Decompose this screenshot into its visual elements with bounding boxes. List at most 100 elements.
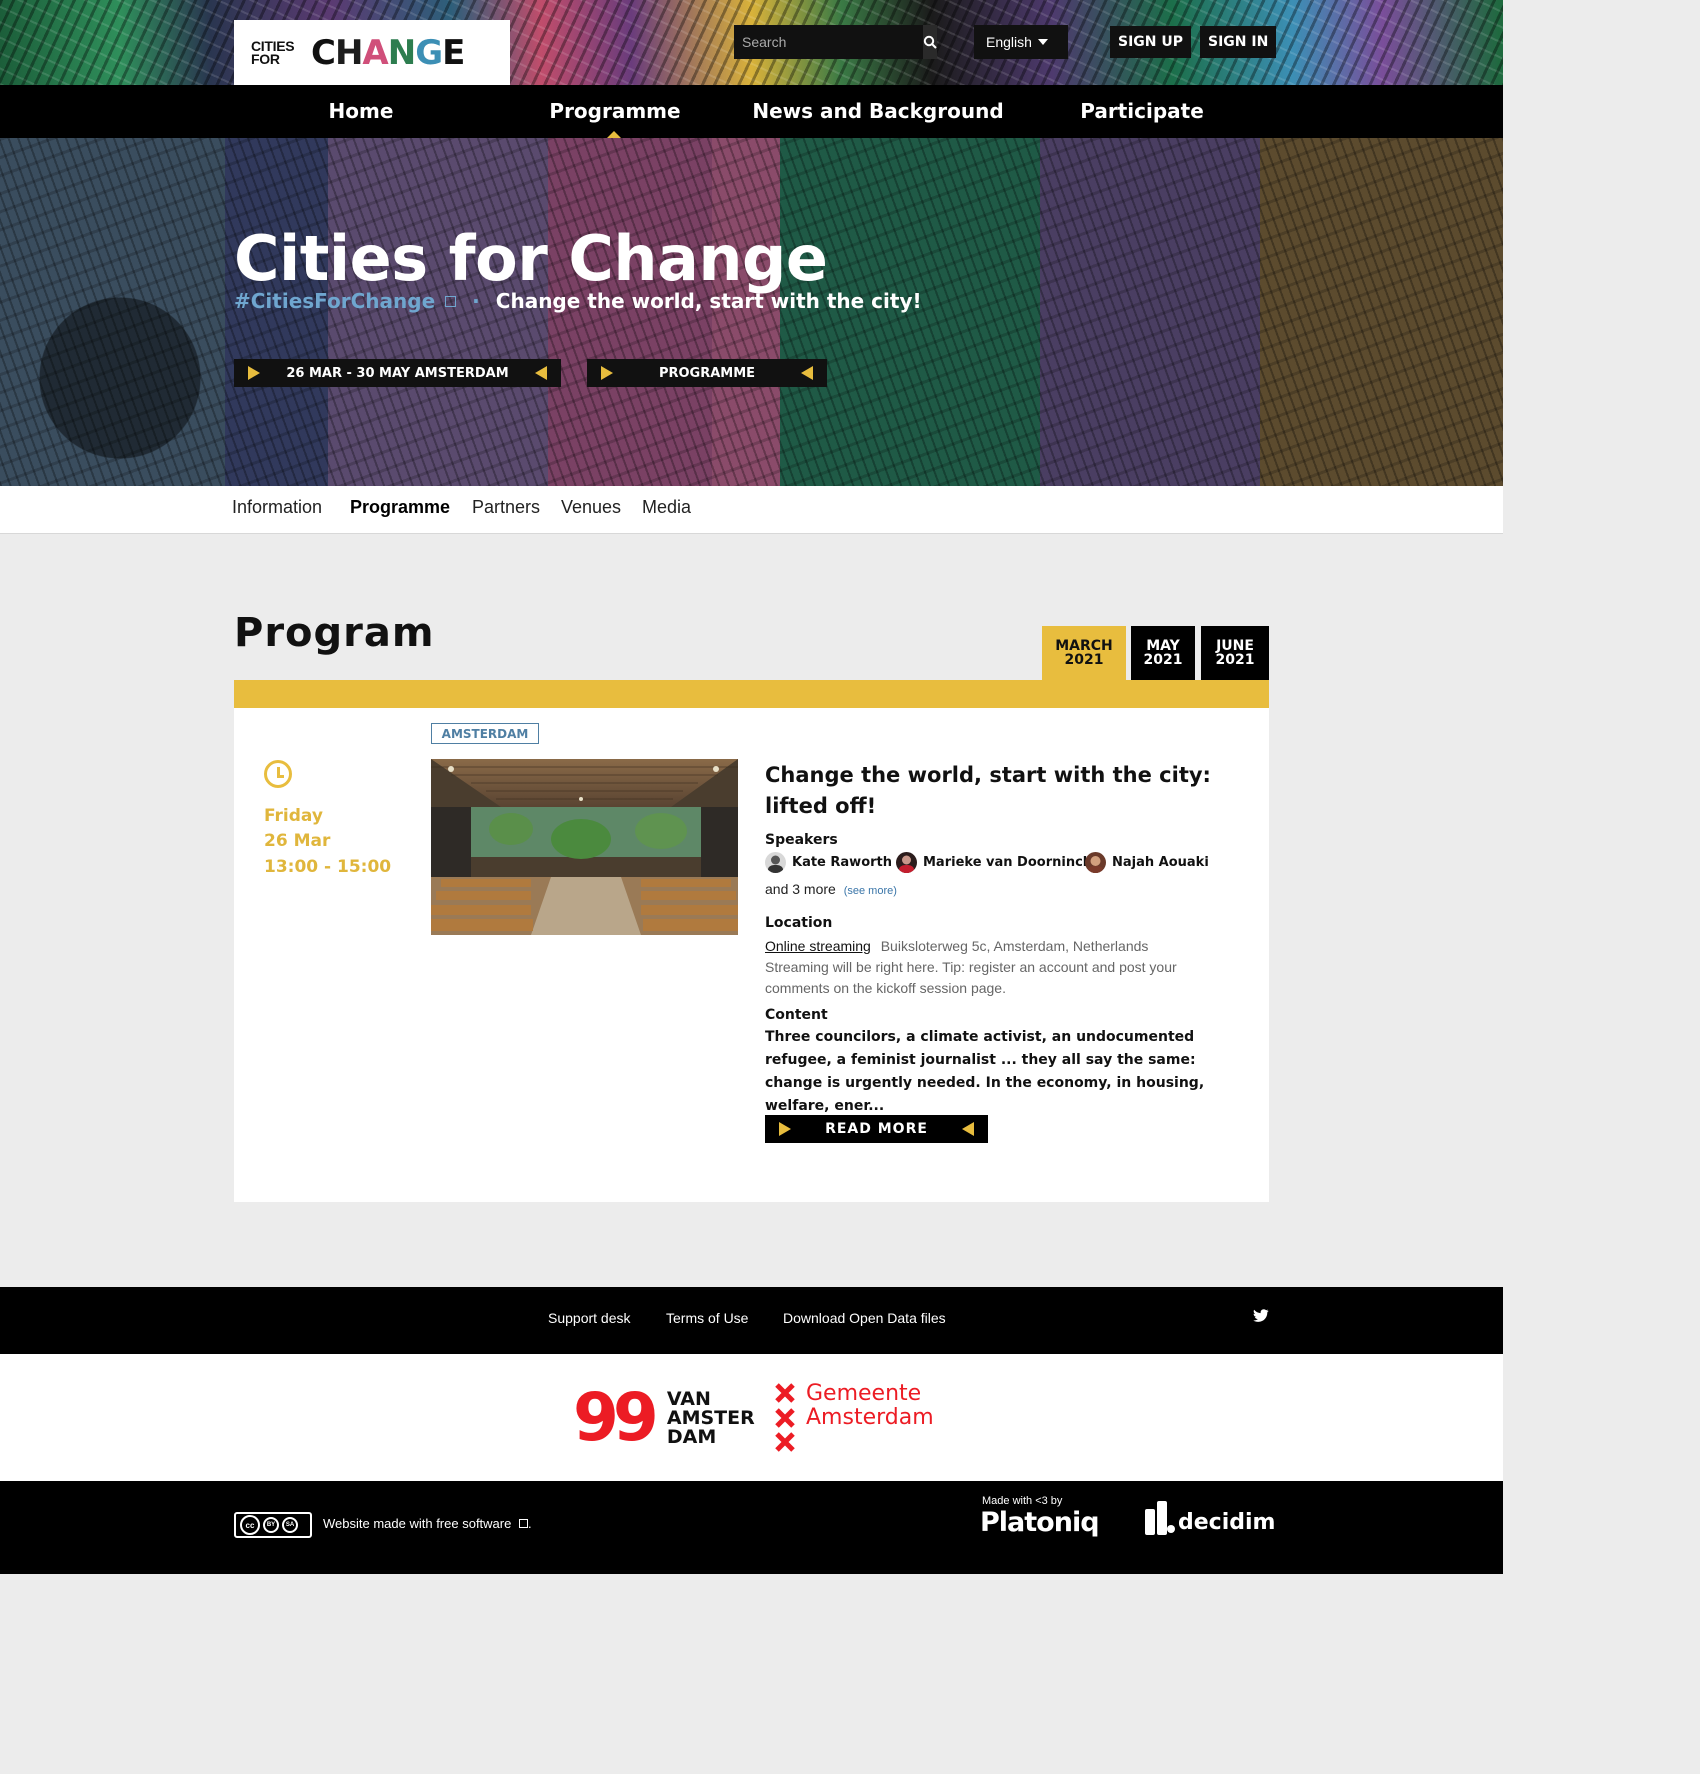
hero-subtitle: #CitiesForChange · Change the world, sta… (234, 289, 922, 313)
free-software-link[interactable]: Website made with free software . (323, 1516, 532, 1531)
footer-terms-of-use[interactable]: Terms of Use (666, 1310, 748, 1326)
read-more-label: READ MORE (825, 1121, 928, 1137)
external-link-icon (445, 295, 457, 307)
site-logo[interactable]: CITIES FOR C H A N G E (234, 20, 510, 85)
logo-letter: E (442, 32, 465, 73)
footer-support-desk[interactable]: Support desk (548, 1310, 631, 1326)
subnav-information[interactable]: Information (232, 486, 322, 532)
logo-letter: G (415, 32, 443, 73)
cc-sa-icon: SA (282, 1517, 298, 1533)
read-more-button[interactable]: READ MORE (765, 1115, 988, 1143)
sponsor-99-text: VAN AMSTER DAM (666, 1387, 755, 1447)
search-input[interactable] (734, 25, 923, 59)
speaker-name: Kate Raworth (792, 854, 893, 870)
tab-month: JUNE (1216, 638, 1254, 654)
programme-button-label: PROGRAMME (658, 365, 756, 381)
arrow-left-icon (962, 1122, 974, 1136)
platoniq-logo[interactable]: Platoniq (980, 1507, 1100, 1538)
sign-in-button[interactable]: SIGN IN (1200, 26, 1277, 58)
sponsor-99-van-amsterdam-logo[interactable]: 99 VAN AMSTER DAM (573, 1379, 755, 1456)
city-tag[interactable]: AMSTERDAM (431, 723, 539, 744)
event-title[interactable]: Change the world, start with the city: l… (765, 760, 1235, 822)
cc-label: SA (285, 1522, 295, 1528)
footer-credits-bar (0, 1481, 1503, 1574)
location-label: Location (765, 915, 833, 931)
avatar (765, 851, 786, 873)
tab-year: 2021 (1215, 652, 1255, 668)
content-label: Content (765, 1007, 828, 1023)
speaker-name: Najah Aouaki (1112, 854, 1209, 870)
hero-title: Cities for Change (234, 222, 828, 295)
separator: · (472, 289, 480, 313)
arrow-left-icon (801, 366, 813, 380)
search-icon (923, 35, 937, 49)
dates-button-label: 26 MAR - 30 MAY AMSTERDAM (286, 365, 509, 381)
clock-icon (264, 760, 292, 788)
subnav-media[interactable]: Media (642, 486, 691, 532)
arrow-right-icon (601, 366, 613, 380)
gemeente-line: Amsterdam (806, 1405, 934, 1430)
avatar (896, 851, 917, 873)
nav-participate[interactable]: Participate (1072, 85, 1212, 138)
external-link-icon (518, 1519, 528, 1528)
twitter-icon[interactable] (1253, 1309, 1269, 1323)
tab-may-2021[interactable]: MAY 2021 (1131, 626, 1195, 680)
event-time: 13:00 - 15:00 (264, 857, 392, 877)
location-address: Buiksloterweg 5c, Amsterdam, Netherlands (880, 938, 1149, 954)
amsterdam-x-icon (775, 1383, 795, 1452)
sponsor-99-line: VAN (666, 1387, 711, 1410)
arrow-right-icon (779, 1122, 791, 1136)
logo-letter: N (387, 32, 416, 73)
event-venue-photo[interactable] (431, 759, 738, 935)
decidim-logo[interactable]: decidim (1145, 1501, 1275, 1535)
subnav-venues[interactable]: Venues (561, 486, 621, 532)
sign-up-button[interactable]: SIGN UP (1110, 26, 1192, 58)
subnav-programme[interactable]: Programme (350, 486, 450, 532)
sponsor-99-line: AMSTER (666, 1406, 755, 1429)
event-date: 26 Mar (264, 831, 331, 851)
footer-open-data[interactable]: Download Open Data files (783, 1310, 946, 1326)
creative-commons-license[interactable]: cc BY SA (234, 1512, 312, 1538)
logo-letter: H (334, 32, 363, 73)
speaker-item[interactable]: Kate Raworth (765, 851, 892, 873)
nav-news-background[interactable]: News and Background (752, 85, 1004, 138)
nav-home[interactable]: Home (300, 85, 422, 138)
tab-year: 2021 (1064, 652, 1104, 668)
speaker-item[interactable]: Marieke van Doorninck (896, 851, 1091, 873)
tab-month: MARCH (1055, 638, 1113, 654)
sponsor-99-number: 99 (573, 1379, 659, 1456)
main-nav: Home Programme News and Background Parti… (0, 85, 1503, 138)
language-selector[interactable]: English (974, 25, 1068, 59)
cc-by-icon: BY (263, 1517, 279, 1533)
tab-june-2021[interactable]: JUNE 2021 (1201, 626, 1269, 680)
programme-button[interactable]: PROGRAMME (587, 359, 827, 387)
language-label: English (986, 34, 1032, 50)
tab-march-2021[interactable]: MARCH 2021 (1042, 626, 1126, 680)
gemeente-line: Gemeente (806, 1381, 922, 1406)
process-sub-nav: Information Programme Partners Venues Me… (0, 486, 1503, 534)
search-box (734, 25, 937, 59)
hashtag-link[interactable]: #CitiesForChange (234, 289, 435, 313)
gemeente-text: Gemeente Amsterdam (806, 1382, 934, 1430)
footer-links-bar (0, 1287, 1503, 1354)
tab-year: 2021 (1143, 652, 1183, 668)
see-more-link[interactable]: (see more) (844, 885, 897, 897)
more-speakers-text: and 3 more (765, 881, 836, 897)
subnav-partners[interactable]: Partners (472, 486, 540, 532)
arrow-right-icon (248, 366, 260, 380)
location-details: Online streaming Buiksloterweg 5c, Amste… (765, 936, 1225, 999)
search-button[interactable] (923, 25, 937, 59)
program-title: Program (234, 610, 435, 656)
made-with-text: Made with <3 by (982, 1495, 1063, 1507)
tab-month: MAY (1146, 638, 1180, 654)
dates-button[interactable]: 26 MAR - 30 MAY AMSTERDAM (234, 359, 561, 387)
venue-image (431, 759, 738, 935)
location-note: Streaming will be right here. Tip: regis… (765, 959, 1177, 996)
hero-tagline: Change the world, start with the city! (495, 289, 922, 313)
arrow-left-icon (535, 366, 547, 380)
cc-label: BY (266, 1522, 276, 1528)
cc-icon: cc (240, 1515, 260, 1535)
speaker-item[interactable]: Najah Aouaki (1085, 851, 1209, 873)
online-streaming-link[interactable]: Online streaming (765, 938, 871, 954)
event-content: Three councilors, a climate activist, an… (765, 1029, 1205, 1114)
